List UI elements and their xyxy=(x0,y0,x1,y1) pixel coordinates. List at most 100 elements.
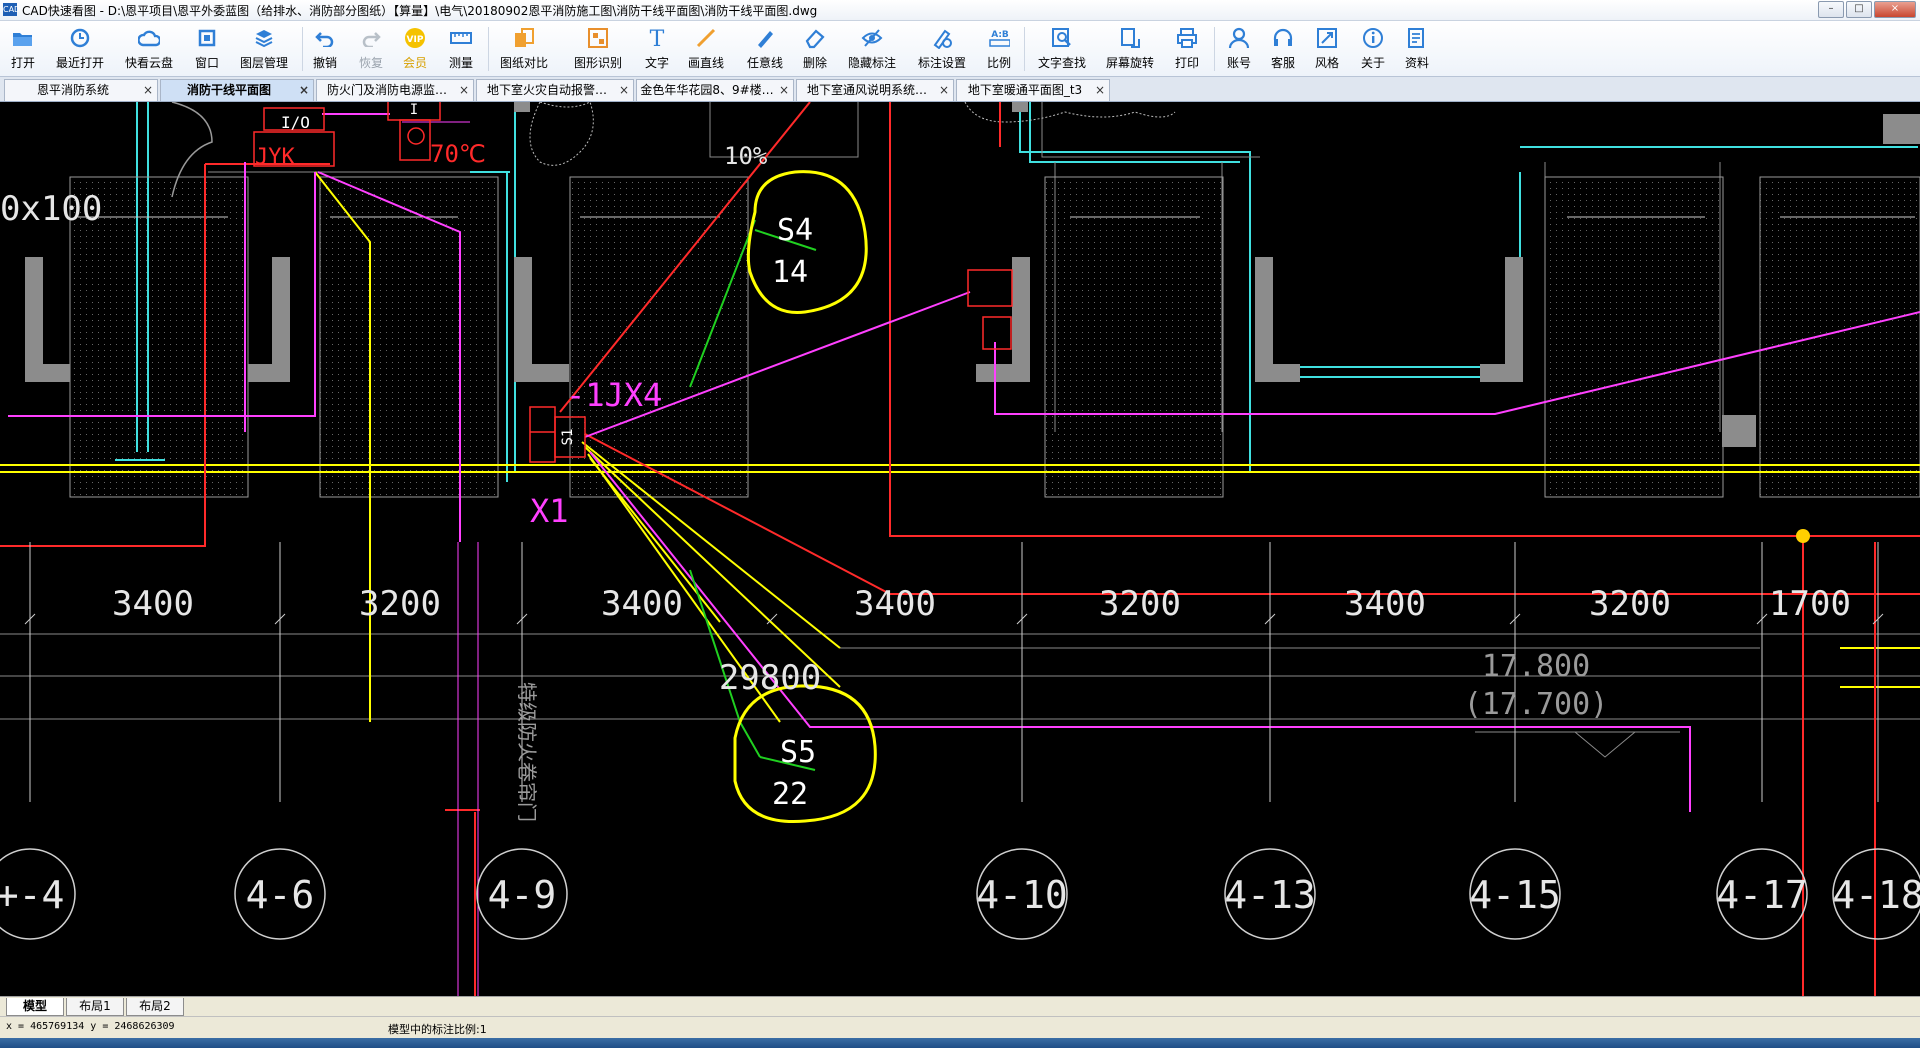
s1-label: S1 xyxy=(560,429,576,446)
tab-basement-ventilation[interactable]: 地下室通风说明系统… × xyxy=(796,79,954,101)
cloud-button[interactable]: 快看云盘 xyxy=(122,21,176,76)
axis-label: 4-13 xyxy=(1224,873,1316,917)
dimension-label: 3200 xyxy=(1589,584,1671,624)
service-button[interactable]: 客服 xyxy=(1266,21,1300,76)
rotate-button[interactable]: 屏幕旋转 xyxy=(1102,21,1158,76)
measure-button[interactable]: 测量 xyxy=(444,21,478,76)
i-label: I xyxy=(410,102,418,118)
window-controls: – □ × xyxy=(1818,1,1916,18)
dimension-label: 3400 xyxy=(1344,584,1426,624)
window-title: CAD快速看图 - D:\恩平项目\恩平外委蓝图（给排水、消防部分图纸）【算量】… xyxy=(22,4,818,18)
axis-label: 4-17 xyxy=(1716,873,1808,917)
tab-fire-trunk-plan[interactable]: 消防干线平面图 × xyxy=(160,79,314,101)
callout-s5-count: 22 xyxy=(772,777,808,812)
layers-button[interactable]: 图层管理 xyxy=(236,21,292,76)
tab-golden-garden[interactable]: 金色年华花园8、9#楼… × xyxy=(636,79,794,101)
status-bar: x = 465769134 y = 2468626309 模型中的标注比例:1 xyxy=(0,1016,1920,1039)
text-tool-glyph: T xyxy=(650,27,665,49)
tab-close-icon[interactable]: × xyxy=(143,80,153,101)
print-button[interactable]: 打印 xyxy=(1170,21,1204,76)
tab-close-icon[interactable]: × xyxy=(459,80,469,101)
fire-shutter-label: 特级防火卷帘门 xyxy=(515,682,539,822)
search-icon xyxy=(1051,27,1073,49)
hide-marks-button[interactable]: 隐藏标注 xyxy=(842,21,902,76)
tab-close-icon[interactable]: × xyxy=(939,80,949,101)
jyk-label: JYK xyxy=(255,145,295,170)
headset-icon xyxy=(1272,27,1294,49)
docs-button[interactable]: 资料 xyxy=(1400,21,1434,76)
redo-button[interactable]: 恢复 xyxy=(354,21,388,76)
dimension-label: 3400 xyxy=(112,584,194,624)
mark-settings-button[interactable]: 标注设置 xyxy=(914,21,970,76)
dimension-label: 1700 xyxy=(1769,584,1851,624)
about-button[interactable]: 关于 xyxy=(1356,21,1390,76)
axis-label: 4-10 xyxy=(976,873,1068,917)
app-icon: CAD xyxy=(3,3,21,16)
tab-model[interactable]: 模型 xyxy=(6,998,64,1016)
tab-basement-fire-alarm[interactable]: 地下室火灾自动报警… × xyxy=(476,79,634,101)
delete-button[interactable]: 删除 xyxy=(798,21,832,76)
axis-label: 4-9 xyxy=(488,873,557,917)
undo-button[interactable]: 撤销 xyxy=(308,21,342,76)
tab-layout-1[interactable]: 布局1 xyxy=(66,998,124,1016)
drawing-canvas[interactable]: 3400 3200 3400 3400 3200 3400 3200 1700 … xyxy=(0,102,1920,996)
user-icon xyxy=(1228,27,1250,49)
info-icon xyxy=(1362,27,1384,49)
column-areas xyxy=(69,176,1920,498)
vip-icon: VIP xyxy=(404,27,426,49)
os-taskbar xyxy=(0,1038,1920,1048)
title-bar: CAD CAD快速看图 - D:\恩平项目\恩平外委蓝图（给排水、消防部分图纸）… xyxy=(0,0,1920,21)
style-button[interactable]: 风格 xyxy=(1310,21,1344,76)
axis-label: 4-6 xyxy=(246,873,315,917)
tab-close-icon[interactable]: × xyxy=(779,80,789,101)
open-button[interactable]: 打开 xyxy=(6,21,40,76)
scale-icon: A:B xyxy=(988,27,1010,49)
recognize-icon xyxy=(587,27,609,49)
tab-close-icon[interactable]: × xyxy=(299,80,309,101)
line-button[interactable]: 画直线 xyxy=(684,21,728,76)
tab-close-icon[interactable]: × xyxy=(619,80,629,101)
compare-icon xyxy=(513,27,535,49)
vip-button[interactable]: VIP 会员 xyxy=(398,21,432,76)
io-label: I/O xyxy=(281,113,310,132)
tab-basement-hvac[interactable]: 地下室暖通平面图_t3 × xyxy=(956,79,1110,101)
layout-tabs: 模型 布局1 布局2 xyxy=(0,996,1920,1017)
tab-layout-2[interactable]: 布局2 xyxy=(126,998,184,1016)
freeline-button[interactable]: 任意线 xyxy=(742,21,788,76)
tab-enping-fire-system[interactable]: 恩平消防系统 × xyxy=(4,79,158,101)
callout-s4-label: S4 xyxy=(777,213,813,248)
redo-icon xyxy=(360,27,382,49)
elevation-label: 17.800 xyxy=(1482,649,1590,684)
recognize-button[interactable]: 图形识别 xyxy=(570,21,626,76)
dimension-label: 3200 xyxy=(359,584,441,624)
total-dimension-label: 29800 xyxy=(719,658,821,698)
maximize-button[interactable]: □ xyxy=(1846,1,1872,18)
eraser-icon xyxy=(804,27,826,49)
tab-close-icon[interactable]: × xyxy=(1095,80,1105,101)
text-button[interactable]: T 文字 xyxy=(640,21,674,76)
scale-button[interactable]: A:B 比例 xyxy=(982,21,1016,76)
text-search-button[interactable]: 文字查找 xyxy=(1032,21,1092,76)
recent-button[interactable]: 最近打开 xyxy=(52,21,108,76)
window-icon xyxy=(196,27,218,49)
line-icon xyxy=(695,27,717,49)
account-button[interactable]: 账号 xyxy=(1222,21,1256,76)
close-button[interactable]: × xyxy=(1874,1,1916,18)
x1-label: X1 xyxy=(530,492,569,530)
document-tabs: 恩平消防系统 × 消防干线平面图 × 防火门及消防电源监… × 地下室火灾自动报警… ×… xyxy=(0,77,1920,102)
toolbar: 打开 最近打开 快看云盘 窗口 图层管理 撤销 恢复 VIP 会员 测量 图纸对… xyxy=(0,21,1920,77)
coordinate-readout: x = 465769134 y = 2468626309 xyxy=(6,1021,175,1032)
window-button[interactable]: 窗口 xyxy=(190,21,224,76)
compare-button[interactable]: 图纸对比 xyxy=(496,21,552,76)
tree-symbols xyxy=(529,102,1176,166)
axis-label: 4-15 xyxy=(1469,873,1561,917)
scale-glyph: A:B xyxy=(991,30,1009,40)
minimize-button[interactable]: – xyxy=(1818,1,1844,18)
recent-icon xyxy=(69,27,91,49)
tab-fire-door-monitor[interactable]: 防火门及消防电源监… × xyxy=(316,79,474,101)
pen-icon xyxy=(754,27,776,49)
cloud-icon xyxy=(138,27,160,49)
toolbar-separator xyxy=(1214,27,1215,71)
toolbar-separator xyxy=(488,27,489,71)
rotate-icon xyxy=(1119,27,1141,49)
